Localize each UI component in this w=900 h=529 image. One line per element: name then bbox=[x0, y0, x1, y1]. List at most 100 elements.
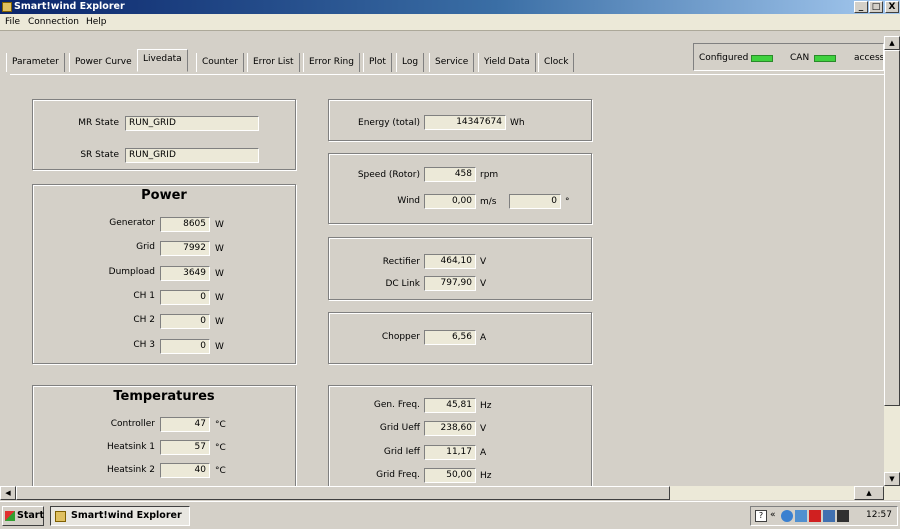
heatsink1-value: 57 bbox=[160, 440, 210, 455]
tab-log[interactable]: Log bbox=[396, 53, 425, 72]
windows-logo-icon bbox=[5, 511, 15, 521]
tab-counter[interactable]: Counter bbox=[196, 53, 244, 72]
maximize-button[interactable]: □ bbox=[869, 1, 883, 13]
chopper-label: Chopper bbox=[381, 332, 420, 342]
ch3-unit: W bbox=[215, 342, 224, 352]
controller-temp-label: Controller bbox=[110, 419, 155, 429]
tab-plot[interactable]: Plot bbox=[363, 53, 392, 72]
tab-service[interactable]: Service bbox=[429, 53, 475, 72]
monitor-icon[interactable] bbox=[837, 510, 849, 522]
scroll-down-button[interactable]: ▼ bbox=[884, 472, 900, 486]
scroll-right-button[interactable]: ▲ bbox=[854, 486, 884, 500]
generator-unit: W bbox=[215, 220, 224, 230]
configured-label: Configured bbox=[699, 53, 749, 63]
configured-led-icon bbox=[751, 55, 773, 62]
start-label: Start bbox=[17, 510, 45, 521]
gen-freq-label: Gen. Freq. bbox=[373, 400, 420, 410]
dc-panel: Rectifier 464,10 V DC Link 797,90 V bbox=[328, 237, 592, 300]
temperatures-panel: Temperatures Controller 47 °C Heatsink 1… bbox=[32, 385, 296, 487]
connection-icon[interactable] bbox=[795, 510, 807, 522]
ch1-label: CH 1 bbox=[133, 291, 155, 301]
dumpload-label: Dumpload bbox=[108, 267, 155, 277]
wind-label: Wind bbox=[397, 196, 420, 206]
start-button[interactable]: Start bbox=[2, 506, 44, 526]
hscroll-thumb[interactable] bbox=[16, 486, 670, 500]
menu-help[interactable]: Help bbox=[86, 17, 107, 27]
rectifier-label: Rectifier bbox=[382, 257, 420, 267]
power-title: Power bbox=[141, 188, 187, 203]
minimize-button[interactable]: _ bbox=[854, 1, 868, 13]
menu-file[interactable]: File bbox=[5, 17, 20, 27]
tab-error-list[interactable]: Error List bbox=[247, 53, 300, 72]
taskbar-item-smartwind[interactable]: Smart!wind Explorer bbox=[50, 506, 190, 526]
scroll-up-button[interactable]: ▲ bbox=[884, 36, 900, 50]
generator-value: 8605 bbox=[160, 217, 210, 232]
antivirus-icon[interactable] bbox=[809, 510, 821, 522]
menu-connection[interactable]: Connection bbox=[28, 17, 79, 27]
livedata-content: MR State RUN_GRID SR State RUN_GRID Powe… bbox=[10, 74, 884, 487]
grid-freq-unit: Hz bbox=[480, 471, 492, 481]
dumpload-unit: W bbox=[215, 269, 224, 279]
heatsink2-value: 40 bbox=[160, 463, 210, 478]
can-led-icon bbox=[814, 55, 836, 62]
gen-freq-unit: Hz bbox=[480, 401, 492, 411]
gen-freq-value: 45,81 bbox=[424, 398, 476, 413]
dc-link-unit: V bbox=[480, 279, 487, 289]
ch3-label: CH 3 bbox=[133, 340, 155, 350]
tray-expand-icon[interactable]: « bbox=[770, 510, 776, 520]
energy-unit: Wh bbox=[510, 118, 525, 128]
sr-state-label: SR State bbox=[80, 150, 119, 160]
tab-yield-data[interactable]: Yield Data bbox=[478, 53, 536, 72]
window-title: Smart!wind Explorer bbox=[14, 1, 125, 12]
rotor-speed-unit: rpm bbox=[480, 170, 499, 180]
scroll-thumb[interactable] bbox=[884, 50, 900, 406]
chopper-value: 6,56 bbox=[424, 330, 476, 345]
volume-icon[interactable] bbox=[823, 510, 835, 522]
status-box: Configured CAN access_ bbox=[693, 43, 884, 71]
rotor-speed-value: 458 bbox=[424, 167, 476, 182]
mr-state-label: MR State bbox=[78, 118, 119, 128]
grid-power-unit: W bbox=[215, 244, 224, 254]
horizontal-scrollbar[interactable]: ◀ ▲ bbox=[0, 486, 900, 500]
app-icon bbox=[2, 2, 12, 12]
tab-power-curve[interactable]: Power Curve bbox=[69, 53, 138, 72]
state-panel: MR State RUN_GRID SR State RUN_GRID bbox=[32, 99, 296, 170]
controller-temp-value: 47 bbox=[160, 417, 210, 432]
tab-parameter[interactable]: Parameter bbox=[6, 53, 65, 72]
heatsink2-unit: °C bbox=[215, 466, 226, 476]
heatsink1-unit: °C bbox=[215, 443, 226, 453]
grid-ueff-label: Grid Ueff bbox=[379, 423, 420, 433]
network-icon[interactable] bbox=[781, 510, 793, 522]
grid-panel: Gen. Freq. 45,81 Hz Grid Ueff 238,60 V G… bbox=[328, 385, 592, 487]
grid-freq-value: 50,00 bbox=[424, 468, 476, 483]
scroll-left-button[interactable]: ◀ bbox=[0, 486, 16, 500]
rectifier-unit: V bbox=[480, 257, 487, 267]
taskbar-item-label: Smart!wind Explorer bbox=[71, 510, 182, 521]
vertical-scrollbar[interactable]: ▲ ▼ bbox=[884, 36, 900, 486]
grid-ieff-value: 11,17 bbox=[424, 445, 476, 460]
tab-error-ring[interactable]: Error Ring bbox=[303, 53, 360, 72]
tab-livedata[interactable]: Livedata bbox=[137, 49, 188, 72]
help-icon[interactable]: ? bbox=[755, 510, 767, 522]
menu-bar: File Connection Help bbox=[0, 14, 900, 31]
ch1-unit: W bbox=[215, 293, 224, 303]
speed-panel: Speed (Rotor) 458 rpm Wind 0,00 m/s 0 ° bbox=[328, 153, 592, 224]
wind-direction-value: 0 bbox=[509, 194, 561, 209]
grid-power-value: 7992 bbox=[160, 241, 210, 256]
ch1-value: 0 bbox=[160, 290, 210, 305]
ch3-value: 0 bbox=[160, 339, 210, 354]
dc-link-value: 797,90 bbox=[424, 276, 476, 291]
grid-ieff-unit: A bbox=[480, 448, 487, 458]
access-label: access_ bbox=[854, 53, 884, 63]
grid-ueff-unit: V bbox=[480, 424, 487, 434]
taskbar: Start Smart!wind Explorer ? « 12:57 bbox=[0, 501, 900, 529]
app-icon bbox=[55, 511, 66, 522]
chopper-panel: Chopper 6,56 A bbox=[328, 312, 592, 364]
ch2-value: 0 bbox=[160, 314, 210, 329]
close-button[interactable]: X bbox=[885, 1, 899, 13]
clock: 12:57 bbox=[866, 510, 892, 520]
grid-ieff-label: Grid Ieff bbox=[383, 447, 420, 457]
tab-clock[interactable]: Clock bbox=[538, 53, 575, 72]
mr-state-field: RUN_GRID bbox=[125, 116, 259, 131]
chopper-unit: A bbox=[480, 333, 487, 343]
